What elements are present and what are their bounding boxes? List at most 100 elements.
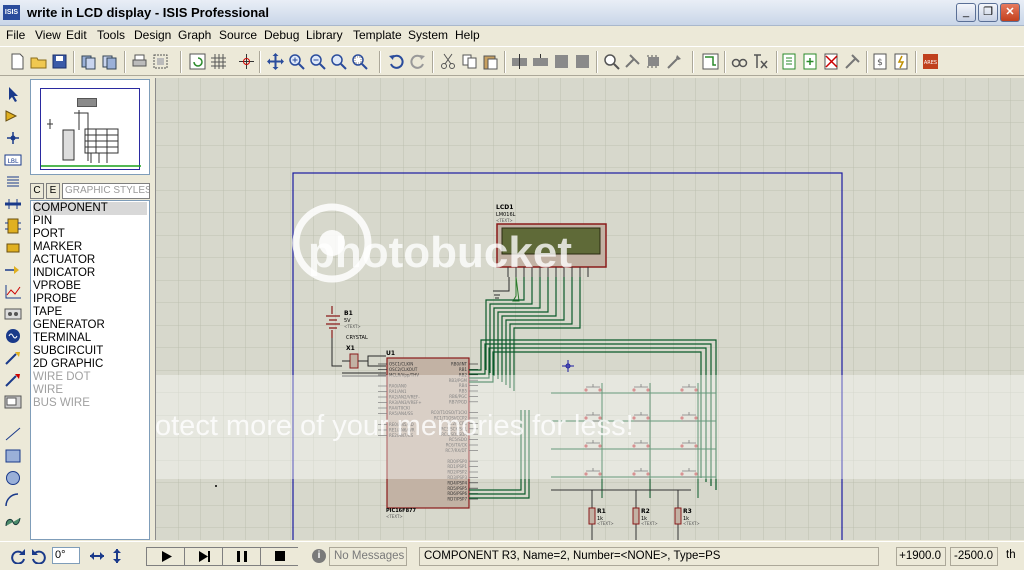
selection-mode-icon[interactable] — [4, 86, 22, 102]
step-button[interactable] — [185, 548, 223, 565]
text-script-icon[interactable] — [4, 174, 22, 190]
terminal-mode-icon[interactable] — [4, 240, 22, 256]
graph-mode-icon[interactable] — [4, 284, 22, 300]
property-tool-icon[interactable] — [752, 53, 769, 70]
copy-icon[interactable] — [461, 53, 478, 70]
netlist-to-ares-icon[interactable]: ARES — [922, 53, 939, 70]
print-area-icon[interactable] — [152, 53, 169, 70]
zoom-out-icon[interactable] — [309, 53, 326, 70]
tape-recorder-icon[interactable] — [4, 306, 22, 322]
line-tool-icon[interactable] — [4, 426, 22, 442]
menu-system[interactable]: System — [408, 28, 448, 42]
list-item-marker[interactable]: MARKER — [33, 241, 82, 254]
zoom-in-icon[interactable] — [288, 53, 305, 70]
close-button[interactable]: ✕ — [1000, 3, 1020, 22]
pan-icon[interactable] — [267, 53, 284, 70]
voltage-probe-icon[interactable] — [4, 350, 22, 366]
menu-edit[interactable]: Edit — [66, 28, 87, 42]
grid-icon[interactable] — [210, 53, 227, 70]
list-item-pin[interactable]: PIN — [33, 215, 52, 228]
wire-autorouter-icon[interactable] — [702, 53, 719, 70]
make-device-icon[interactable] — [624, 53, 641, 70]
zoom-all-icon[interactable] — [330, 53, 347, 70]
menu-graph[interactable]: Graph — [178, 28, 211, 42]
list-item-component[interactable]: COMPONENT — [33, 202, 147, 215]
remove-sheet-icon[interactable] — [823, 53, 840, 70]
menu-library[interactable]: Library — [306, 28, 343, 42]
virtual-instrument-icon[interactable] — [4, 394, 22, 410]
component-mode-icon[interactable] — [4, 108, 22, 124]
device-pin-icon[interactable] — [4, 262, 22, 278]
exit-parent-icon[interactable] — [844, 53, 861, 70]
menu-design[interactable]: Design — [134, 28, 171, 42]
decompose-icon[interactable] — [666, 53, 683, 70]
list-item-iprobe[interactable]: IPROBE — [33, 293, 76, 306]
menu-debug[interactable]: Debug — [264, 28, 299, 42]
mirror-horizontal-icon[interactable] — [89, 548, 105, 564]
app-icon[interactable]: ISIS — [3, 5, 20, 20]
redo-icon[interactable] — [409, 53, 426, 70]
export-section-icon[interactable] — [101, 53, 118, 70]
tab-c[interactable]: C — [30, 183, 44, 199]
list-item-2d-graphic[interactable]: 2D GRAPHIC — [33, 358, 103, 371]
menu-view[interactable]: View — [35, 28, 61, 42]
list-item-indicator[interactable]: INDICATOR — [33, 267, 95, 280]
undo-icon[interactable] — [388, 53, 405, 70]
menu-tools[interactable]: Tools — [97, 28, 125, 42]
search-tag-icon[interactable] — [731, 53, 748, 70]
origin-icon[interactable] — [238, 53, 255, 70]
list-item-tape[interactable]: TAPE — [33, 306, 62, 319]
list-item-generator[interactable]: GENERATOR — [33, 319, 105, 332]
play-button[interactable] — [147, 548, 185, 565]
restore-button[interactable]: ❐ — [978, 3, 998, 22]
junction-dot-icon[interactable] — [4, 130, 22, 146]
block-move-icon[interactable] — [532, 53, 549, 70]
new-file-icon[interactable] — [9, 53, 26, 70]
subcircuit-icon[interactable] — [4, 218, 22, 234]
generator-mode-icon[interactable] — [4, 328, 22, 344]
stop-button[interactable] — [261, 548, 299, 565]
overview-window[interactable] — [30, 79, 150, 175]
paste-icon[interactable] — [482, 53, 499, 70]
open-folder-icon[interactable] — [30, 53, 47, 70]
electrical-check-icon[interactable] — [893, 53, 910, 70]
save-icon[interactable] — [51, 53, 68, 70]
new-sheet-icon[interactable] — [781, 53, 798, 70]
minimize-button[interactable]: _ — [956, 3, 976, 22]
tab-e[interactable]: E — [46, 183, 60, 199]
rotate-anticlockwise-icon[interactable] — [31, 548, 47, 564]
bill-of-materials-icon[interactable]: $ — [872, 53, 889, 70]
rotation-angle-field[interactable]: 0° — [52, 547, 80, 564]
import-section-icon[interactable] — [80, 53, 97, 70]
current-probe-icon[interactable] — [4, 372, 22, 388]
block-copy-icon[interactable] — [511, 53, 528, 70]
path-tool-icon[interactable] — [4, 514, 22, 530]
mirror-vertical-icon[interactable] — [109, 548, 125, 564]
bus-icon[interactable] — [4, 196, 22, 212]
pick-device-icon[interactable] — [603, 53, 620, 70]
package-tool-icon[interactable] — [645, 53, 662, 70]
pause-button[interactable] — [223, 548, 261, 565]
box-tool-icon[interactable] — [4, 448, 22, 464]
menu-source[interactable]: Source — [219, 28, 257, 42]
menu-help[interactable]: Help — [455, 28, 480, 42]
add-sheet-icon[interactable] — [802, 53, 819, 70]
rotate-clockwise-icon[interactable] — [10, 548, 26, 564]
wire-label-icon[interactable]: LBL — [4, 152, 22, 168]
refresh-icon[interactable] — [189, 53, 206, 70]
block-rotate-icon[interactable] — [553, 53, 570, 70]
zoom-area-icon[interactable] — [351, 53, 368, 70]
list-item-port[interactable]: PORT — [33, 228, 65, 241]
messages-box[interactable]: No Messages — [329, 547, 407, 566]
print-icon[interactable] — [131, 53, 148, 70]
list-item-subcircuit[interactable]: SUBCIRCUIT — [33, 345, 103, 358]
list-item-vprobe[interactable]: VPROBE — [33, 280, 81, 293]
list-item-wire-dot[interactable]: WIRE DOT — [33, 371, 91, 384]
cut-icon[interactable] — [440, 53, 457, 70]
block-delete-icon[interactable] — [574, 53, 591, 70]
menu-file[interactable]: File — [6, 28, 25, 42]
circle-tool-icon[interactable] — [4, 470, 22, 486]
list-item-wire[interactable]: WIRE — [33, 384, 63, 397]
list-item-actuator[interactable]: ACTUATOR — [33, 254, 95, 267]
schematic-canvas[interactable]: LCD1 LM016L <TEXT> B1 5V <TEXT> CRYSTAL … — [155, 78, 1024, 540]
